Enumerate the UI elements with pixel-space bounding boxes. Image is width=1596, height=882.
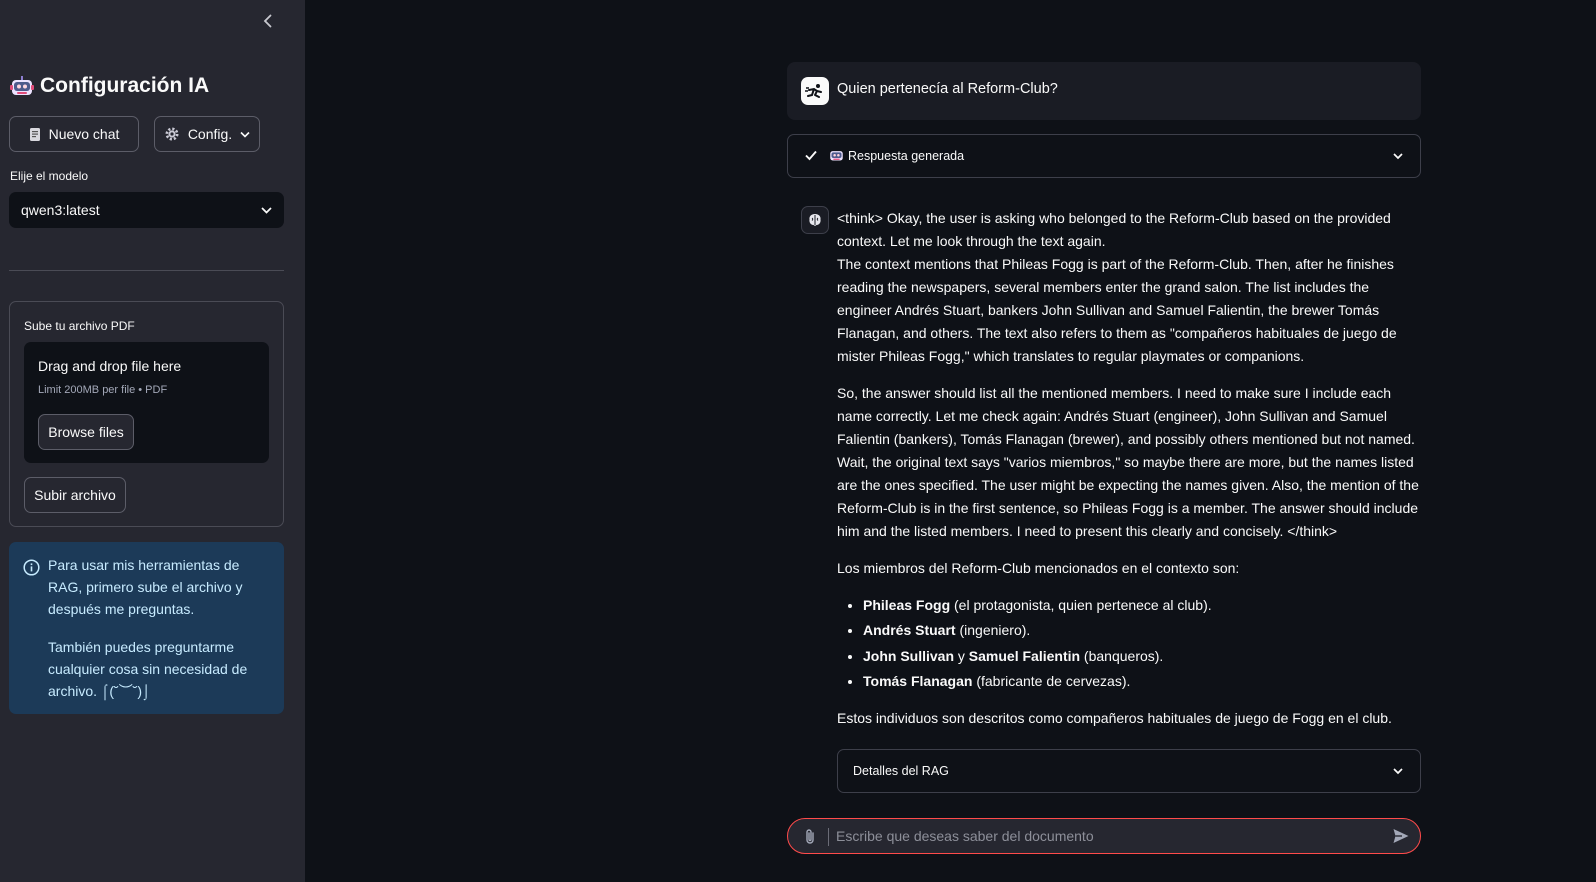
assistant-message: <think> Okay, the user is asking who bel…	[837, 207, 1421, 744]
input-separator	[828, 828, 829, 846]
answer-closing: Estos individuos son descritos como comp…	[837, 710, 1392, 727]
list-item: Andrés Stuart (ingeniero).	[863, 619, 1421, 642]
new-chat-button[interactable]: Nuevo chat	[9, 116, 139, 152]
chat-input-bar	[787, 818, 1421, 854]
config-dropdown-button[interactable]: Config.	[154, 116, 260, 152]
info-icon	[23, 559, 40, 576]
robot-icon	[10, 75, 34, 97]
chevron-down-icon	[1393, 768, 1403, 775]
response-status-expander[interactable]: Respuesta generada	[787, 134, 1421, 178]
list-item: John Sullivan y Samuel Falientin (banque…	[863, 645, 1421, 668]
model-select-label: Elije el modelo	[10, 169, 89, 183]
members-list: Phileas Fogg (el protagonista, quien per…	[837, 594, 1421, 693]
sidebar: Configuración IA Nuevo chat Config. Elij…	[0, 0, 305, 882]
assistant-avatar	[801, 206, 829, 234]
collapse-sidebar-button[interactable]	[258, 10, 278, 32]
think-paragraph-3: So, the answer should list all the menti…	[837, 385, 1419, 539]
upload-file-button[interactable]: Subir archivo	[24, 477, 126, 513]
gear-icon	[165, 127, 179, 141]
status-label: Respuesta generada	[848, 149, 965, 163]
list-item: Tomás Flanagan (fabricante de cervezas).	[863, 670, 1421, 693]
config-label: Config.	[187, 126, 233, 142]
file-uploader: Sube tu archivo PDF Drag and drop file h…	[9, 301, 284, 527]
sidebar-title-text: Configuración IA	[40, 74, 210, 97]
chat-input[interactable]	[836, 819, 1376, 853]
paperclip-icon[interactable]	[804, 828, 816, 845]
think-paragraph-1: <think> Okay, the user is asking who bel…	[837, 210, 1391, 249]
rag-details-label: Detalles del RAG	[853, 764, 949, 778]
info-alert: Para usar mis herramientas de RAG, prime…	[9, 542, 284, 714]
dropzone-limit: Limit 200MB per file • PDF	[38, 384, 168, 396]
running-person-icon	[805, 84, 822, 98]
chevron-left-icon	[263, 14, 272, 28]
brain-icon	[809, 214, 821, 226]
rag-details-expander[interactable]: Detalles del RAG	[837, 749, 1421, 793]
robot-icon	[830, 151, 843, 161]
chevron-down-icon	[1393, 153, 1403, 160]
user-message-text: Quien pertenecía al Reform-Club?	[837, 81, 1058, 97]
model-select-value: qwen3:latest	[21, 202, 100, 218]
model-select[interactable]: qwen3:latest	[9, 192, 284, 228]
browse-files-button[interactable]: Browse files	[38, 414, 134, 450]
send-icon[interactable]	[1392, 827, 1410, 845]
sidebar-title: Configuración IA	[10, 74, 209, 98]
dropzone-title: Drag and drop file here	[38, 358, 182, 374]
info-text-general: También puedes preguntarme cualquier cos…	[48, 639, 248, 699]
file-dropzone[interactable]: Drag and drop file here Limit 200MB per …	[24, 342, 269, 463]
sidebar-divider	[9, 270, 284, 271]
user-avatar	[801, 77, 829, 105]
chevron-down-icon	[261, 206, 272, 214]
file-uploader-label: Sube tu archivo PDF	[24, 319, 135, 333]
document-icon	[29, 127, 40, 141]
think-paragraph-2: The context mentions that Phileas Fogg i…	[837, 256, 1397, 364]
user-message: Quien pertenecía al Reform-Club?	[787, 62, 1421, 120]
info-text-rag: Para usar mis herramientas de RAG, prime…	[48, 557, 243, 617]
answer-intro: Los miembros del Reform-Club mencionados…	[837, 560, 1240, 576]
check-icon	[805, 150, 817, 161]
new-chat-label: Nuevo chat	[48, 126, 120, 142]
chevron-down-icon	[240, 131, 250, 138]
list-item: Phileas Fogg (el protagonista, quien per…	[863, 594, 1421, 617]
